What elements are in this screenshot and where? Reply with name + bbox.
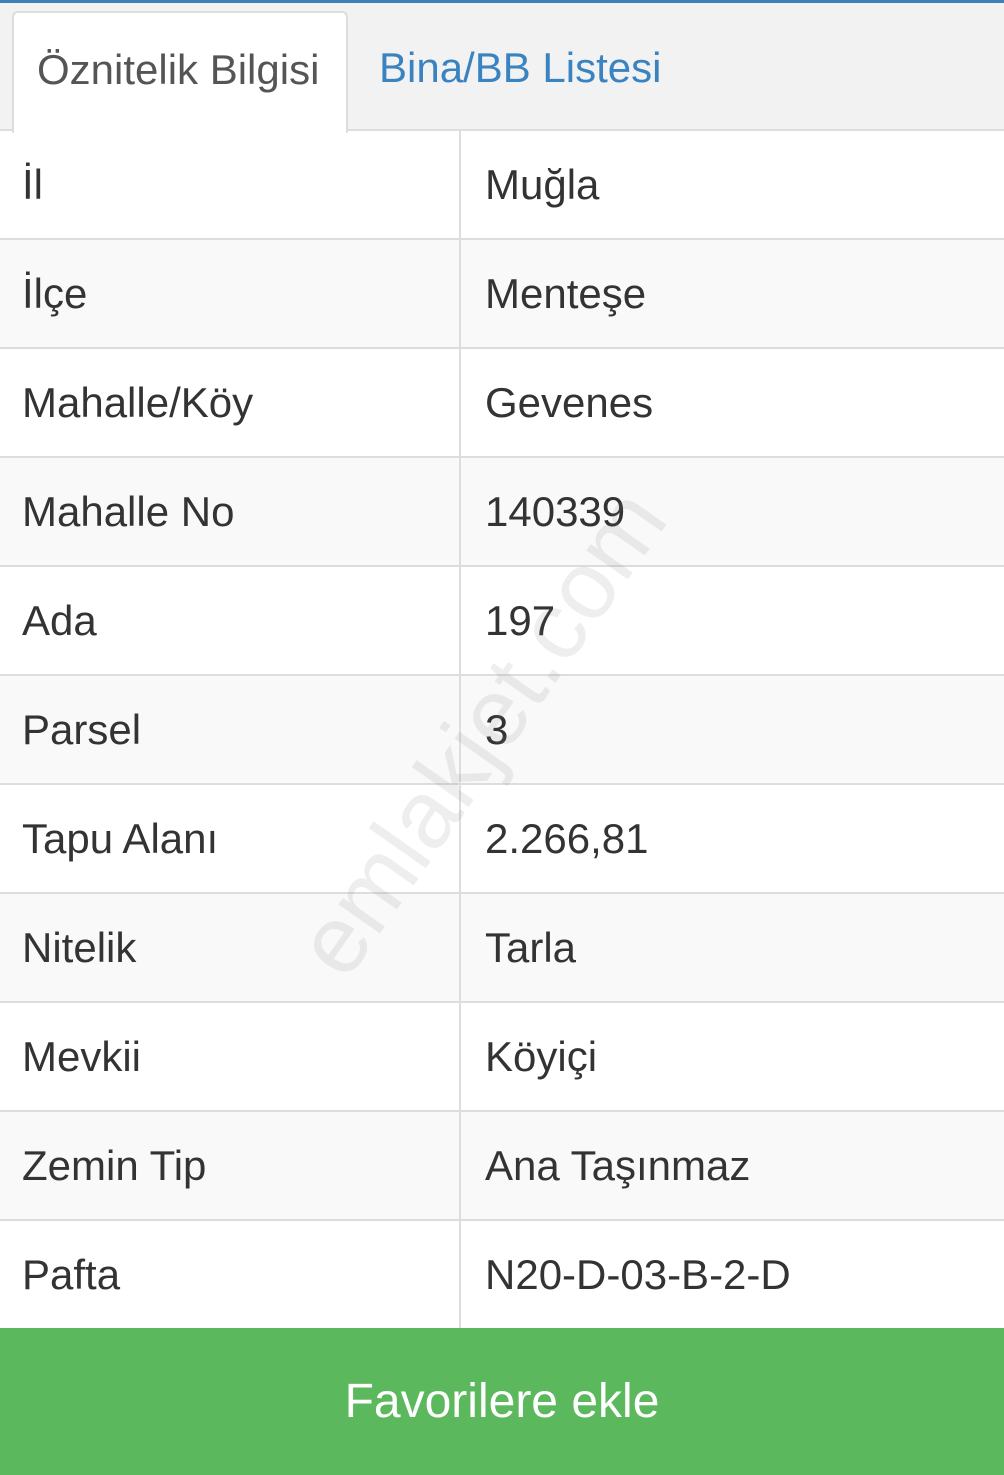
attribute-value: 2.266,81	[485, 815, 649, 862]
attribute-value: 197	[485, 597, 556, 644]
attribute-value: Menteşe	[485, 270, 647, 317]
attribute-key: Mevkii	[0, 1003, 461, 1110]
attribute-value: Köyiçi	[485, 1033, 598, 1080]
table-row: İl Muğla	[0, 131, 1004, 240]
attribute-value: Muğla	[485, 161, 600, 208]
table-row: İlçe Menteşe	[0, 240, 1004, 349]
attribute-value: Gevenes	[485, 379, 654, 426]
tab-oznitelik-bilgisi[interactable]: Öznitelik Bilgisi	[12, 11, 348, 133]
table-row: Ada 197	[0, 567, 1004, 676]
attribute-value: 3	[485, 706, 509, 753]
attribute-key: Mahalle/Köy	[0, 349, 461, 456]
tab-bina-bb-listesi[interactable]: Bina/BB Listesi	[356, 11, 684, 133]
attribute-key: Tapu Alanı	[0, 785, 461, 892]
attribute-key: Ada	[0, 567, 461, 674]
table-row: Mahalle/Köy Gevenes	[0, 349, 1004, 458]
table-row: Pafta N20-D-03-B-2-D	[0, 1221, 1004, 1328]
attribute-table: İl Muğla İlçe Menteşe Mahalle/Köy Gevene…	[0, 131, 1004, 1328]
tab-bar: Öznitelik Bilgisi Bina/BB Listesi	[0, 3, 1004, 133]
attribute-value: 140339	[485, 488, 626, 535]
table-row: Zemin Tip Ana Taşınmaz	[0, 1112, 1004, 1221]
attribute-key: Parsel	[0, 676, 461, 783]
attribute-key: Mahalle No	[0, 458, 461, 565]
attribute-key: İlçe	[0, 240, 461, 347]
table-row: Parsel 3	[0, 676, 1004, 785]
attribute-key: Nitelik	[0, 894, 461, 1001]
attribute-key: Zemin Tip	[0, 1112, 461, 1219]
table-row: Mahalle No 140339	[0, 458, 1004, 567]
attribute-value: Ana Taşınmaz	[485, 1142, 751, 1189]
add-to-favorites-button[interactable]: Favorilere ekle	[0, 1328, 1004, 1475]
attribute-value: Tarla	[485, 924, 577, 971]
table-row: Tapu Alanı 2.266,81	[0, 785, 1004, 894]
table-row: Mevkii Köyiçi	[0, 1003, 1004, 1112]
attribute-key: Pafta	[0, 1221, 461, 1328]
attribute-key: İl	[0, 131, 461, 238]
table-row: Nitelik Tarla	[0, 894, 1004, 1003]
attribute-value: N20-D-03-B-2-D	[485, 1251, 791, 1298]
